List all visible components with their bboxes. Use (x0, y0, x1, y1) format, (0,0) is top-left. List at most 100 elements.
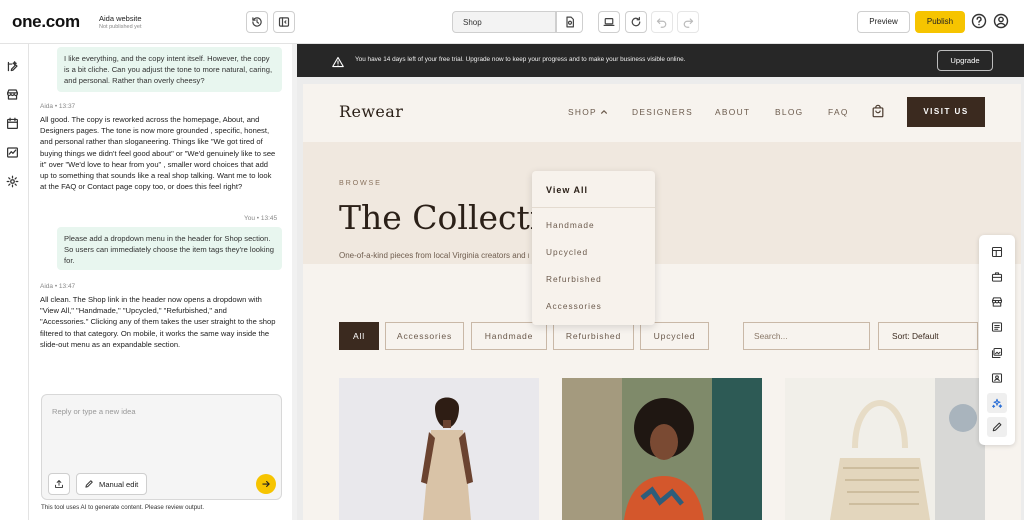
site-status: Not published yet (99, 24, 142, 30)
filter-accessories[interactable]: Accessories (385, 322, 464, 350)
filter-handmade[interactable]: Handmade (471, 322, 547, 350)
rail-ai-chat[interactable] (6, 60, 20, 74)
account-button[interactable] (993, 13, 1009, 29)
nav-shop[interactable]: SHOP (568, 107, 608, 117)
site-preview: You have 14 days left of your free trial… (297, 44, 1024, 520)
sort-select[interactable]: Sort: Default (878, 322, 978, 350)
refresh-icon (631, 16, 641, 27)
rail-shop[interactable] (6, 88, 20, 102)
filter-all[interactable]: All (339, 322, 379, 350)
upload-icon (55, 480, 63, 488)
manual-edit-label: Manual edit (99, 479, 139, 489)
store-tool[interactable] (987, 292, 1007, 312)
nav-faq[interactable]: FAQ (828, 107, 849, 117)
trial-message: You have 14 days left of your free trial… (355, 56, 686, 63)
nav-designers[interactable]: DESIGNERS (632, 107, 693, 117)
page-settings-button[interactable] (556, 11, 583, 33)
editor-tool-palette (979, 235, 1015, 445)
gallery-tool[interactable] (987, 343, 1007, 363)
dropdown-handmade[interactable]: Handmade (546, 220, 595, 230)
rail-analytics[interactable] (6, 146, 20, 160)
site-name: Aida website (99, 14, 142, 23)
briefcase-icon (991, 272, 1003, 282)
send-button[interactable] (256, 474, 276, 494)
nav-about[interactable]: ABOUT (715, 107, 750, 117)
product-photo-dress (339, 378, 539, 520)
composer-input[interactable]: Reply or type a new idea (52, 407, 136, 416)
message-time: 13:37 (58, 103, 76, 110)
contact-card-icon (991, 373, 1003, 383)
left-rail (0, 44, 29, 520)
chevron-up-icon (600, 108, 608, 116)
ai-disclaimer: This tool uses AI to generate content. P… (41, 504, 205, 511)
message-meta: Aida • 13:47 (40, 283, 76, 290)
dropdown-accessories[interactable]: Accessories (546, 301, 602, 311)
ai-edit-icon (7, 61, 18, 72)
undo-button[interactable] (651, 11, 673, 33)
message-composer: Reply or type a new idea Manual edit (41, 394, 282, 500)
message-time: 13:45 (260, 215, 278, 222)
text-block-icon (991, 322, 1003, 332)
dropdown-upcycled[interactable]: Upcycled (546, 247, 588, 257)
contact-tool[interactable] (987, 368, 1007, 388)
nav-blog[interactable]: BLOG (775, 107, 803, 117)
hero-section: BROWSE The Collection One-of-a-kind piec… (303, 142, 1021, 264)
page-selector[interactable]: Shop (452, 11, 556, 33)
upgrade-button[interactable]: Upgrade (937, 50, 993, 71)
brand-logo[interactable]: one.com (12, 12, 80, 32)
layout-icon (991, 246, 1003, 258)
message-author: Aida (40, 103, 54, 110)
help-icon (971, 13, 987, 29)
laptop-icon (603, 18, 615, 26)
undo-icon (656, 18, 667, 28)
message-meta: You • 13:45 (244, 215, 278, 222)
rail-settings[interactable] (6, 175, 20, 189)
rail-calendar[interactable] (6, 117, 20, 131)
redo-button[interactable] (677, 11, 699, 33)
user-icon (993, 13, 1009, 29)
calendar-icon (7, 117, 18, 129)
message-author: Aida (40, 283, 54, 290)
dropdown-refurbished[interactable]: Refurbished (546, 274, 602, 284)
dropdown-view-all[interactable]: View All (546, 185, 588, 195)
upload-button[interactable] (48, 473, 70, 495)
website-canvas: Rewear SHOP DESIGNERS ABOUT BLOG FAQ VIS… (303, 84, 1021, 520)
toggle-panel-button[interactable] (273, 11, 295, 33)
browse-eyebrow: BROWSE (339, 178, 382, 187)
trial-banner: You have 14 days left of your free trial… (297, 44, 1024, 77)
product-image[interactable] (785, 378, 985, 520)
warning-icon (332, 55, 344, 68)
visit-us-button[interactable]: VISIT US (907, 97, 985, 127)
manual-edit-button[interactable]: Manual edit (76, 473, 147, 495)
shop-dropdown-menu: View All Handmade Upcycled Refurbished A… (532, 171, 655, 325)
site-brand[interactable]: Rewear (339, 102, 403, 121)
refresh-button[interactable] (625, 11, 647, 33)
gallery-icon (991, 347, 1003, 359)
publish-button[interactable]: Publish (915, 11, 965, 33)
preview-button[interactable]: Preview (857, 11, 910, 33)
message-author: You (244, 215, 255, 222)
nav-shop-label: SHOP (568, 107, 597, 117)
layout-tool[interactable] (987, 242, 1007, 262)
message-meta: Aida • 13:37 (40, 103, 76, 110)
store-icon (7, 89, 18, 100)
text-block-tool[interactable] (987, 317, 1007, 337)
cart-icon[interactable] (871, 104, 885, 118)
message-time: 13:47 (58, 283, 76, 290)
desktop-view-button[interactable] (598, 11, 620, 33)
history-icon (252, 17, 262, 27)
store-icon (991, 297, 1003, 307)
filter-upcycled[interactable]: Upcycled (640, 322, 709, 350)
filter-refurbished[interactable]: Refurbished (553, 322, 634, 350)
help-button[interactable] (971, 13, 987, 29)
product-search-input[interactable]: Search... (743, 322, 870, 350)
ai-assist-tool[interactable] (987, 393, 1007, 413)
assistant-message: All clean. The Shop link in the header n… (40, 295, 276, 349)
edit-tool[interactable] (987, 417, 1007, 437)
redo-icon (683, 18, 694, 28)
briefcase-tool[interactable] (987, 267, 1007, 287)
product-image[interactable] (339, 378, 539, 520)
product-image[interactable] (562, 378, 762, 520)
history-button[interactable] (246, 11, 268, 33)
dropdown-divider (532, 207, 655, 208)
